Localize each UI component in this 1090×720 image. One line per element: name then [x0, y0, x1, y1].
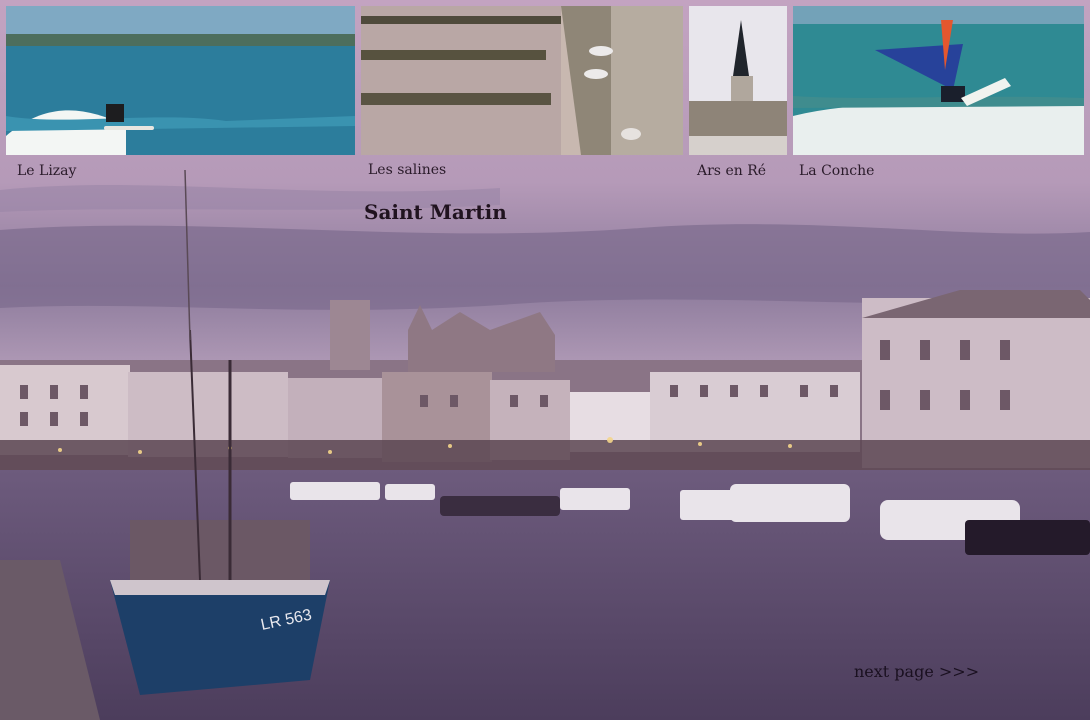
thumbnail-ars-en-re[interactable] — [689, 6, 787, 155]
caption-les-salines: Les salines — [368, 162, 447, 178]
caption-ars-en-re: Ars en Ré — [697, 163, 767, 179]
next-page-link[interactable]: next page >>> — [854, 662, 979, 681]
thumbnail-les-salines[interactable] — [361, 6, 683, 155]
thumbnail-le-lizay[interactable] — [6, 6, 355, 155]
thumbnail-la-conche[interactable] — [793, 6, 1084, 155]
caption-la-conche: La Conche — [799, 163, 875, 179]
page-title: Saint Martin — [364, 200, 507, 224]
caption-le-lizay: Le Lizay — [17, 163, 77, 179]
